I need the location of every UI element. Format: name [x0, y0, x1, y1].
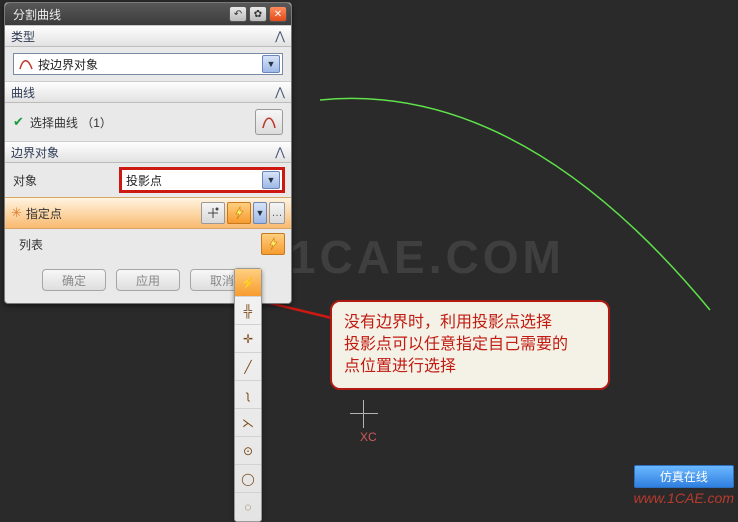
panel-titlebar[interactable]: 分割曲线 ↶ ✿ ✕ — [5, 3, 291, 25]
section-label-type: 类型 — [11, 28, 275, 45]
arc-center-icon[interactable]: ⊙ — [235, 437, 261, 465]
select-curve-icon — [260, 113, 278, 131]
quadrant-icon[interactable]: ◌ — [235, 493, 261, 521]
section-header-boundary[interactable]: 边界对象 ⋀ — [5, 141, 291, 163]
point-dialog-button[interactable]: … — [269, 202, 285, 224]
infer-point-icon — [232, 206, 246, 220]
cursor-point-icon[interactable]: ╬ — [235, 297, 261, 325]
settings-icon[interactable]: ✿ — [249, 6, 267, 22]
spline-curve — [280, 70, 720, 320]
select-curve-button[interactable] — [255, 109, 283, 135]
annotation-line1: 没有边界时，利用投影点选择 — [344, 312, 596, 334]
end-point-icon[interactable]: ╱ — [235, 353, 261, 381]
close-icon[interactable]: ✕ — [269, 6, 287, 22]
site-stamp: 仿真在线 www.1CAE.com — [634, 465, 734, 506]
apply-button[interactable]: 应用 — [116, 269, 180, 291]
axis-x-label: XC — [360, 430, 377, 444]
section-header-curve[interactable]: 曲线 ⋀ — [5, 81, 291, 103]
select-curve-label: 选择曲线 （1） — [30, 114, 249, 131]
undo-icon[interactable]: ↶ — [229, 6, 247, 22]
point-method-toolbar: ⚡╬✛╱ʅ⋋⊙◯◌ — [234, 268, 262, 522]
list-label: 列表 — [11, 236, 259, 253]
section-header-type[interactable]: 类型 ⋀ — [5, 25, 291, 47]
auto-infer-icon[interactable]: ⚡ — [235, 269, 261, 297]
point-method-dropdown[interactable]: ▼ — [253, 202, 267, 224]
existing-point-icon[interactable]: ✛ — [235, 325, 261, 353]
bolt-icon — [266, 237, 280, 251]
section-label-boundary: 边界对象 — [11, 144, 275, 161]
intersection-icon[interactable]: ⋋ — [235, 409, 261, 437]
stamp-brand: 仿真在线 — [634, 465, 734, 488]
object-dropdown[interactable]: 投影点 ▼ — [121, 169, 283, 191]
chevron-up-icon: ⋀ — [275, 29, 285, 43]
point-on-curve-icon[interactable]: ◯ — [235, 465, 261, 493]
type-dropdown[interactable]: 按边界对象 ▼ — [13, 53, 283, 75]
section-label-curve: 曲线 — [11, 84, 275, 101]
list-action-button[interactable] — [261, 233, 285, 255]
chevron-up-icon: ⋀ — [275, 145, 285, 159]
curve-type-icon — [18, 56, 34, 72]
divide-curve-panel: 分割曲线 ↶ ✿ ✕ 类型 ⋀ 按边界对象 ▼ 曲线 ⋀ ✔ 选择曲线 （1） — [4, 2, 292, 304]
stamp-url: www.1CAE.com — [634, 490, 734, 506]
chevron-up-icon: ⋀ — [275, 85, 285, 99]
annotation-callout: 没有边界时，利用投影点选择 投影点可以任意指定自己需要的 点位置进行选择 — [330, 300, 610, 390]
object-value: 投影点 — [126, 172, 262, 189]
annotation-line3: 点位置进行选择 — [344, 356, 596, 378]
specify-point-label: 指定点 — [26, 205, 199, 222]
crosshair-cursor — [350, 400, 378, 428]
ok-button[interactable]: 确定 — [42, 269, 106, 291]
dropdown-arrow-icon[interactable]: ▼ — [262, 55, 280, 73]
point-plus-icon — [206, 206, 220, 220]
specify-point-row[interactable]: ✳ 指定点 ▼ … — [5, 197, 291, 229]
required-star-icon: ✳ — [11, 205, 22, 221]
dropdown-arrow-icon[interactable]: ▼ — [262, 171, 280, 189]
panel-title: 分割曲线 — [13, 6, 227, 23]
check-icon: ✔ — [13, 114, 24, 130]
annotation-line2: 投影点可以任意指定自己需要的 — [344, 334, 596, 356]
object-label: 对象 — [13, 172, 113, 189]
point-constructor-button[interactable] — [201, 202, 225, 224]
type-value: 按边界对象 — [38, 56, 262, 73]
control-point-icon[interactable]: ʅ — [235, 381, 261, 409]
point-method-button[interactable] — [227, 202, 251, 224]
